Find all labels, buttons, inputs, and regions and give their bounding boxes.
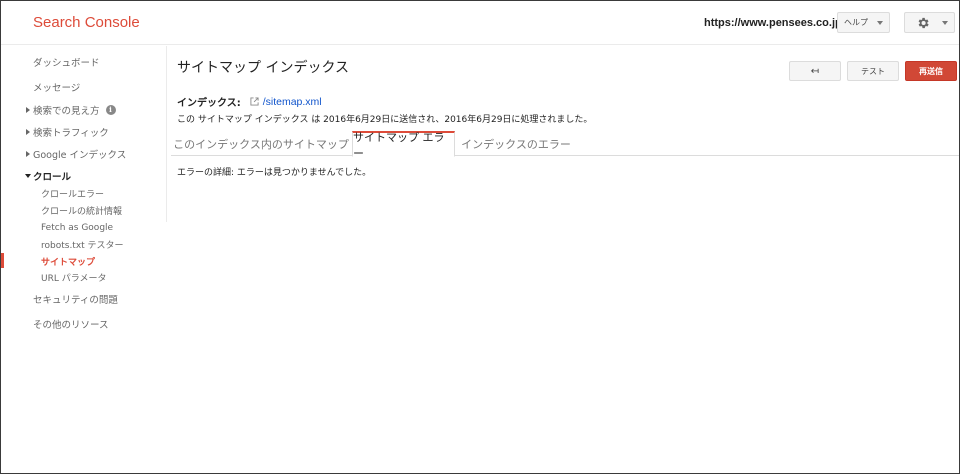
sidebar-item-label: その他のリソース: [33, 320, 109, 331]
tab-sitemaps-in-index[interactable]: このインデックス内のサイトマップ: [173, 131, 349, 156]
resubmit-label: 再送信: [919, 66, 943, 76]
back-arrow-icon: ↤: [810, 65, 820, 77]
test-label: テスト: [861, 66, 885, 76]
site-url: https://www.pensees.co.jp/: [704, 17, 845, 29]
settings-button[interactable]: [904, 12, 955, 33]
sidebar-item-dashboard[interactable]: ダッシュボード: [1, 54, 166, 70]
chevron-down-icon: [25, 174, 31, 178]
tab-label: サイトマップ エラー: [353, 130, 445, 160]
sidebar-item-label: 検索トラフィック: [33, 128, 109, 139]
index-line: インデックス: /sitemap.xml: [177, 94, 322, 110]
test-button[interactable]: テスト: [847, 61, 899, 81]
tab-label: このインデックス内のサイトマップ: [173, 137, 349, 151]
gear-icon: [918, 17, 929, 28]
help-label: ヘルプ: [844, 18, 868, 27]
tab-bar: このインデックス内のサイトマップ サイトマップ エラー インデックスのエラー: [171, 131, 959, 160]
sidebar-item-label: ダッシュボード: [33, 58, 100, 69]
top-header: Search Console https://www.pensees.co.jp…: [1, 1, 959, 45]
sidebar-subitem-crawl-stats[interactable]: クロールの統計情報: [1, 203, 166, 218]
sidebar-item-label: セキュリティの問題: [33, 295, 118, 306]
tab-sitemap-errors[interactable]: サイトマップ エラー: [352, 131, 455, 160]
sidebar-item-crawl[interactable]: クロール: [1, 168, 166, 184]
sidebar-subitem-url-params[interactable]: URL パラメータ: [1, 270, 166, 285]
sidebar-subitem-sitemaps[interactable]: サイトマップ: [1, 254, 166, 269]
sidebar-item-search-appearance[interactable]: 検索での見え方 i: [1, 102, 166, 118]
sidebar-item-label: クロール: [33, 172, 72, 183]
app-logo[interactable]: Search Console: [33, 14, 140, 31]
status-text: この サイトマップ インデックス は 2016年6月29日に送信され、2016年…: [177, 115, 593, 125]
sidebar-item-label: Google インデックス: [33, 150, 127, 161]
sidebar-item-messages[interactable]: メッセージ: [1, 79, 166, 95]
sidebar-subitem-fetch-as-google[interactable]: Fetch as Google: [1, 220, 166, 235]
resubmit-button[interactable]: 再送信: [905, 61, 957, 81]
sidebar-item-label: メッセージ: [33, 83, 81, 94]
search-console-window: Search Console https://www.pensees.co.jp…: [0, 0, 960, 474]
sidebar-subitem-crawl-errors[interactable]: クロールエラー: [1, 186, 166, 201]
external-link-icon[interactable]: [250, 97, 259, 106]
chevron-right-icon: [26, 151, 30, 157]
page-title: サイトマップ インデックス: [177, 60, 350, 76]
sidebar-item-label: robots.txt テスター: [41, 241, 124, 251]
sidebar-item-label: Fetch as Google: [41, 222, 114, 233]
sidebar-item-other-resources[interactable]: その他のリソース: [1, 316, 166, 332]
back-button[interactable]: ↤: [789, 61, 841, 81]
help-button[interactable]: ヘルプ: [837, 12, 890, 33]
error-detail: エラーの詳細: エラーは見つかりませんでした。: [177, 168, 372, 178]
sidebar-item-search-traffic[interactable]: 検索トラフィック: [1, 124, 166, 140]
chevron-down-icon: [942, 21, 948, 25]
index-label: インデックス:: [177, 98, 241, 109]
chevron-right-icon: [26, 129, 30, 135]
sitemap-link[interactable]: /sitemap.xml: [263, 96, 322, 108]
chevron-down-icon: [877, 21, 883, 25]
sidebar-item-label: サイトマップ: [41, 258, 96, 268]
sidebar-item-google-index[interactable]: Google インデックス: [1, 146, 166, 162]
info-icon[interactable]: i: [105, 105, 116, 115]
sidebar-item-label: URL パラメータ: [41, 274, 107, 284]
tab-index-errors[interactable]: インデックスのエラー: [459, 131, 573, 156]
sidebar-subitem-robots-tester[interactable]: robots.txt テスター: [1, 237, 166, 252]
sidebar-item-security[interactable]: セキュリティの問題: [1, 291, 166, 307]
chevron-right-icon: [26, 107, 30, 113]
sidebar-item-label: 検索での見え方: [33, 106, 100, 117]
sidebar-item-label: クロールの統計情報: [41, 207, 123, 217]
sidebar-item-label: クロールエラー: [41, 190, 105, 200]
tab-label: インデックスのエラー: [461, 137, 571, 151]
